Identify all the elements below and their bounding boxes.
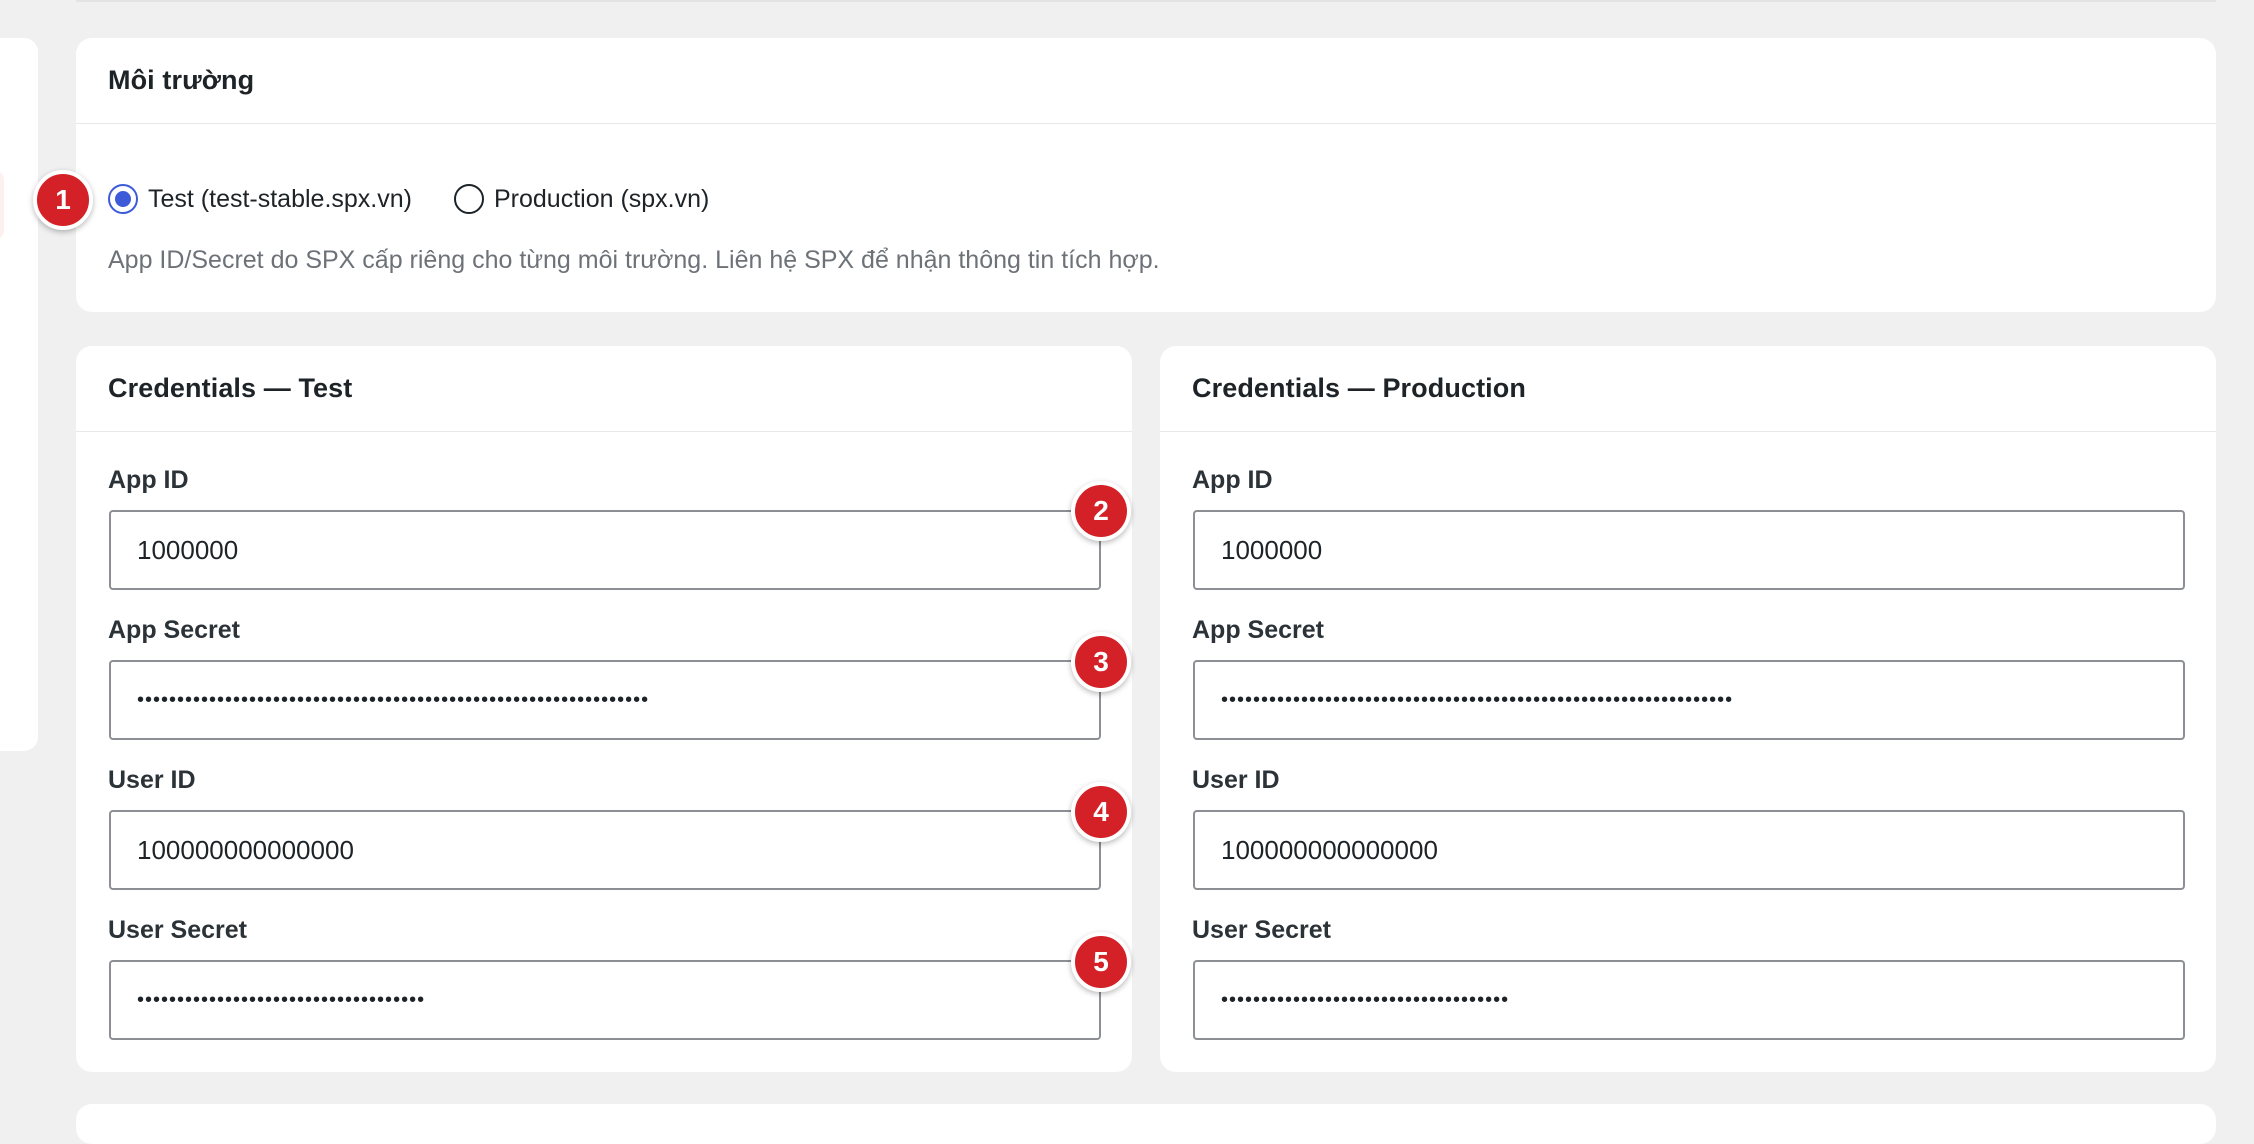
test-user-id-label: User ID — [108, 766, 196, 794]
radio-production-environment[interactable]: Production (spx.vn) — [453, 184, 709, 214]
credentials-production-card: Credentials — Production App ID App Secr… — [1160, 346, 2216, 1072]
test-app-id-label: App ID — [108, 466, 189, 494]
radio-button-unchecked[interactable] — [453, 184, 484, 214]
credentials-production-title: Credentials — Production — [1192, 373, 1526, 403]
test-app-secret-input[interactable] — [109, 660, 1101, 740]
sidebar-panel — [0, 38, 38, 751]
test-user-secret-label: User Secret — [108, 916, 247, 944]
annotation-badge-1: 1 — [33, 170, 93, 230]
environment-card-header: Môi trường — [76, 38, 2216, 124]
prod-user-id-label: User ID — [1192, 766, 1280, 794]
radio-test-environment[interactable]: Test (test-stable.spx.vn) — [108, 184, 412, 214]
radio-production-label[interactable]: Production (spx.vn) — [494, 185, 709, 214]
annotation-badge-5: 5 — [1071, 932, 1131, 992]
prod-app-secret-input[interactable] — [1193, 660, 2185, 740]
credentials-production-header: Credentials — Production — [1160, 346, 2216, 432]
environment-card: Môi trường Test (test-stable.spx.vn) Pro… — [76, 38, 2216, 312]
credentials-test-header: Credentials — Test — [76, 346, 1132, 432]
annotation-badge-2: 2 — [1071, 481, 1131, 541]
prod-app-secret-label: App Secret — [1192, 616, 1324, 644]
annotation-badge-4: 4 — [1071, 782, 1131, 842]
test-user-secret-input[interactable] — [109, 960, 1101, 1040]
prod-user-secret-input[interactable] — [1193, 960, 2185, 1040]
test-app-secret-label: App Secret — [108, 616, 240, 644]
test-user-id-input[interactable] — [109, 810, 1101, 890]
environment-helper-text: App ID/Secret do SPX cấp riêng cho từng … — [108, 246, 1160, 274]
credentials-test-card: Credentials — Test App ID App Secret Use… — [76, 346, 1132, 1072]
prod-app-id-label: App ID — [1192, 466, 1273, 494]
credentials-test-title: Credentials — Test — [108, 373, 353, 403]
prod-user-id-input[interactable] — [1193, 810, 2185, 890]
radio-test-label[interactable]: Test (test-stable.spx.vn) — [148, 185, 412, 214]
prod-user-secret-label: User Secret — [1192, 916, 1331, 944]
test-app-id-input[interactable] — [109, 510, 1101, 590]
environment-title: Môi trường — [108, 65, 255, 95]
next-section-card — [76, 1104, 2216, 1144]
sidebar-active-item[interactable] — [0, 170, 4, 240]
top-divider — [76, 0, 2216, 2]
prod-app-id-input[interactable] — [1193, 510, 2185, 590]
annotation-badge-3: 3 — [1071, 632, 1131, 692]
radio-button-checked[interactable] — [108, 184, 138, 214]
environment-radio-group: Test (test-stable.spx.vn) Production (sp… — [108, 178, 751, 220]
